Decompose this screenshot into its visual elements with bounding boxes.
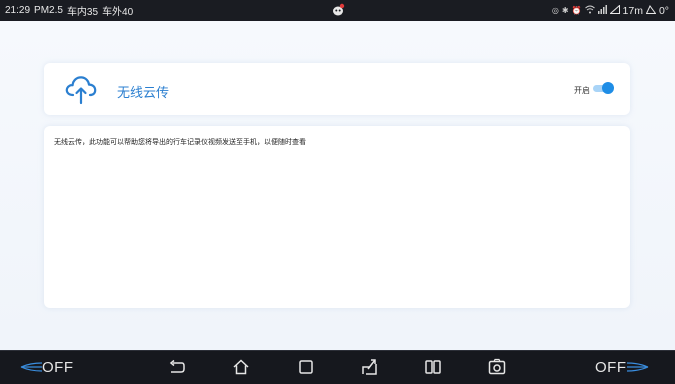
navigation-button[interactable] bbox=[360, 358, 378, 376]
clock: 21:29 bbox=[5, 5, 31, 16]
home-icon bbox=[233, 359, 249, 375]
outside-temperature: 车外40 bbox=[102, 7, 134, 18]
status-bar: 21:29 PM2.5 车内35 车外40 ◎ ✱ ⏰ 17m 0° bbox=[0, 0, 675, 21]
right-climate-icon bbox=[626, 362, 648, 372]
navigation-bar: OFF OFF bbox=[0, 350, 675, 384]
recent-apps-icon bbox=[299, 360, 313, 374]
feature-description: 无线云传，此功能可以帮助您将导出的行车记录仪视频发送至手机，以便随时查看 bbox=[54, 139, 306, 146]
left-off-button[interactable]: OFF bbox=[20, 357, 74, 377]
right-off-label: OFF bbox=[595, 358, 627, 376]
cloud-upload-icon bbox=[64, 73, 98, 105]
location-icon: ◎ bbox=[551, 6, 559, 15]
camera-button[interactable] bbox=[488, 358, 506, 376]
left-climate-icon bbox=[20, 362, 42, 372]
split-screen-button[interactable] bbox=[424, 358, 442, 376]
angle-readout: 0° bbox=[658, 4, 669, 17]
recent-apps-button[interactable] bbox=[297, 358, 315, 376]
inside-temperature: 车内35 bbox=[66, 7, 99, 18]
toggle-label: 开启 bbox=[574, 86, 590, 95]
notification-icon[interactable] bbox=[331, 3, 345, 17]
back-button[interactable] bbox=[168, 358, 186, 376]
status-right: ◎ ✱ ⏰ 17m 0° bbox=[552, 0, 669, 21]
status-left: 21:29 PM2.5 车内35 车外40 bbox=[5, 3, 133, 18]
navigation-icon bbox=[362, 359, 377, 375]
wifi-icon bbox=[584, 5, 595, 17]
camera-icon bbox=[488, 358, 506, 375]
split-screen-icon bbox=[425, 360, 441, 374]
incline-icon bbox=[608, 3, 620, 17]
back-icon bbox=[169, 359, 185, 373]
left-off-label: OFF bbox=[42, 358, 74, 376]
compass-icon bbox=[645, 4, 657, 17]
signal-icon bbox=[597, 4, 607, 17]
description-card: 无线云传，此功能可以帮助您将导出的行车记录仪视频发送至手机，以便随时查看 bbox=[44, 126, 630, 308]
pm25-label: PM2.5 bbox=[34, 5, 63, 16]
wireless-cloud-toggle[interactable] bbox=[593, 82, 614, 94]
toggle-knob bbox=[602, 82, 614, 94]
main-content: 无线云传 开启 无线云传，此功能可以帮助您将导出的行车记录仪视频发送至手机，以便… bbox=[0, 21, 675, 350]
bluetooth-icon: ✱ bbox=[561, 6, 569, 15]
feature-header-card: 无线云传 开启 bbox=[44, 63, 630, 115]
alarm-icon: ⏰ bbox=[571, 6, 582, 15]
screen: 21:29 PM2.5 车内35 车外40 ◎ ✱ ⏰ 17m 0° 无线云传 … bbox=[0, 0, 675, 384]
right-off-button[interactable]: OFF bbox=[595, 357, 649, 377]
home-button[interactable] bbox=[232, 358, 250, 376]
page-title: 无线云传 bbox=[117, 85, 170, 100]
distance-readout: 17m bbox=[622, 4, 643, 17]
